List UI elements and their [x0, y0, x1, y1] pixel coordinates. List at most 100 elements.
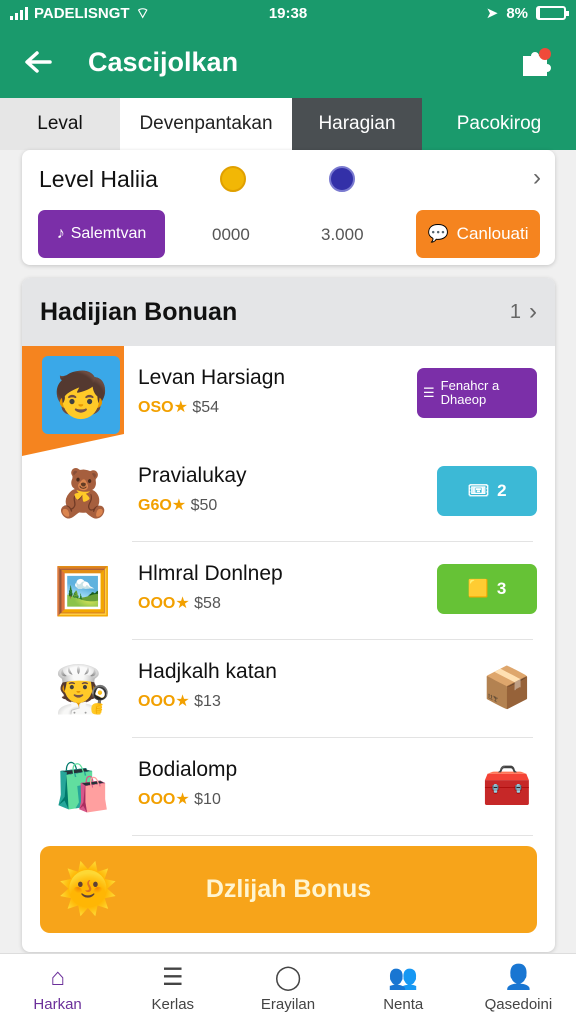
item-coins: OSO [138, 399, 174, 416]
list-item[interactable]: Levan Harsiagn OSO★ $54 ☰ Fenahcr a Dhae… [22, 346, 555, 444]
treasure-box-icon[interactable]: 📦 [477, 662, 537, 712]
canlouati-label: Canlouati [456, 224, 529, 243]
claim-bonus-label: Dzlijah Bonus [205, 875, 372, 903]
tab-bar: Leval Devenpantakan Haragian Pacokirog [0, 98, 576, 150]
item-stats: G6O★ $50 [138, 495, 217, 515]
star-icon: ★ [175, 791, 190, 808]
item-coins: OOO [138, 791, 176, 808]
music-note-icon: ♪ [56, 225, 65, 242]
bottom-nav: ⌂ Harkan ☰ Kerlas ◯ Erayilan 👥 Nenta 👤 Q… [0, 953, 576, 1024]
people-icon: 👥 [388, 963, 419, 991]
item-action-label: 3 [496, 579, 507, 598]
item-price: $58 [194, 595, 221, 612]
list-item[interactable]: 🧸 Pravialukay G6O★ $50 🎟 2 [22, 444, 555, 542]
salemtvan-button[interactable]: ♪ Salemtvan [38, 210, 165, 258]
chevron-right-icon: › [529, 298, 537, 325]
nav-label: Erayilan [260, 995, 316, 1013]
nav-item-qasedoini[interactable]: 👤 Qasedoini [461, 954, 576, 1024]
arrow-left-icon [25, 51, 52, 73]
blue-gem-icon [329, 166, 355, 192]
item-action-label: Fenahcr a Dhaeop [440, 378, 500, 407]
battery-icon [536, 6, 569, 20]
item-name: Pravialukay [138, 464, 247, 487]
nav-label: Qasedoini [484, 995, 553, 1013]
item-image: 🖼️ [54, 564, 112, 617]
page-title: Cascijolkan [88, 46, 239, 77]
item-image: 🧸 [54, 466, 112, 519]
item-stats: OOO★ $10 [138, 789, 221, 809]
coin-value: 0000 [212, 225, 250, 244]
item-coins: OOO [138, 693, 176, 710]
bonus-header[interactable]: Hadijian Bonuan 1 › [22, 278, 555, 346]
signal-icon [10, 6, 28, 20]
item-action-button[interactable]: ☰ Fenahcr a Dhaeop [417, 368, 537, 418]
item-stats: OOO★ $58 [138, 593, 221, 613]
nav-label: Kerlas [151, 995, 195, 1013]
item-price: $13 [194, 693, 221, 710]
treasure-chest-icon[interactable]: 🧰 [477, 760, 537, 810]
item-name: Bodialomp [138, 758, 238, 781]
tab-leval[interactable]: Leval [0, 98, 120, 150]
star-icon: ★ [175, 693, 190, 710]
claim-bonus-button[interactable]: 🌞 Dzlijah Bonus [40, 846, 537, 933]
gold-bar-icon: 🟨 [467, 579, 489, 598]
profile-icon: 👤 [503, 963, 534, 991]
item-name: Hadjkalh katan [138, 660, 277, 683]
item-name: Hlmral Donlnep [138, 562, 283, 585]
item-coins: G6O [138, 497, 172, 514]
nav-item-harkan[interactable]: ⌂ Harkan [0, 954, 115, 1024]
wifi-icon: ⌔ [135, 4, 150, 22]
list-item[interactable]: 🛍️ Bodialomp OOO★ $10 🧰 [22, 738, 555, 836]
star-icon: ★ [173, 399, 188, 416]
bonus-count: 1 [509, 300, 521, 323]
tab-pacokirog[interactable]: Pacokirog [422, 98, 576, 150]
gem-value: 3.000 [321, 225, 364, 244]
nav-label: Harkan [33, 995, 82, 1013]
menu-button[interactable] [496, 26, 576, 98]
chat-bubble-icon: 💬 [427, 224, 449, 243]
status-bar: PADELISNGT ⌔ 19:38 ➤ 8% [0, 0, 576, 26]
nav-item-erayilan[interactable]: ◯ Erayilan [230, 954, 345, 1024]
divider [132, 835, 533, 836]
item-coins: OOO [138, 595, 176, 612]
item-image: 🛍️ [54, 760, 112, 813]
location-icon: ➤ [485, 5, 499, 22]
back-button[interactable] [0, 26, 76, 98]
home-icon: ⌂ [50, 963, 65, 991]
star-icon: ★ [175, 595, 190, 612]
list-icon: ☰ [423, 385, 435, 400]
bonus-title: Hadijian Bonuan [40, 297, 238, 326]
star-icon: ★ [171, 497, 187, 514]
item-price: $50 [190, 497, 218, 514]
item-price: $10 [194, 791, 221, 808]
item-image: 🧑‍🍳 [54, 662, 112, 715]
tab-haragian[interactable]: Haragian [292, 98, 422, 150]
nav-item-nenta[interactable]: 👥 Nenta [346, 954, 461, 1024]
bonus-panel: Hadijian Bonuan 1 › 🧒 Levan Harsiagn OSO… [22, 278, 555, 952]
item-price: $54 [192, 399, 220, 416]
item-action-button[interactable]: 🟨 3 [437, 564, 537, 614]
nav-label: Nenta [383, 995, 424, 1013]
tab-devenpantakan[interactable]: Devenpantakan [120, 98, 292, 150]
level-card: Level Haliia › ♪ Salemtvan 0000 3.000 💬 … [22, 150, 555, 265]
chat-icon: ◯ [274, 963, 302, 991]
puzzle-icon [523, 48, 551, 76]
list-item[interactable]: 🖼️ Hlmral Donlnep OOO★ $58 🟨 3 [22, 542, 555, 640]
yellow-coin-icon [220, 166, 246, 192]
battery-percent: 8% [506, 4, 528, 22]
canlouati-button[interactable]: 💬 Canlouati [416, 210, 540, 258]
nav-item-kerlas[interactable]: ☰ Kerlas [115, 954, 230, 1024]
salemtvan-label: Salemtvan [70, 225, 147, 242]
app-bar: Cascijolkan [0, 26, 576, 98]
item-stats: OOO★ $13 [138, 691, 221, 711]
item-action-label: 2 [497, 481, 507, 500]
carrier-label: PADELISNGT [34, 4, 130, 22]
ticket-icon: 🎟 [467, 481, 490, 500]
level-title: Level Haliia [39, 166, 158, 192]
chevron-right-icon[interactable]: › [533, 164, 541, 192]
item-name: Levan Harsiagn [138, 366, 286, 389]
item-action-button[interactable]: 🎟 2 [437, 466, 537, 516]
list-icon: ☰ [162, 963, 184, 991]
sun-icon: 🌞 [58, 863, 118, 916]
list-item[interactable]: 🧑‍🍳 Hadjkalh katan OOO★ $13 📦 [22, 640, 555, 738]
